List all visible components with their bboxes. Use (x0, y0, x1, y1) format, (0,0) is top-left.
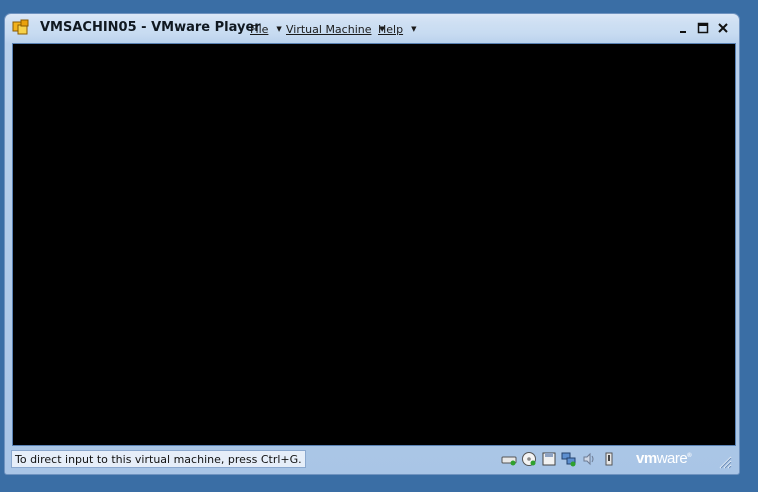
menu-file-label: File (250, 22, 269, 36)
status-hint: To direct input to this virtual machine,… (11, 450, 306, 468)
minimize-icon (680, 31, 686, 33)
status-bar: To direct input to this virtual machine,… (10, 449, 734, 471)
usb-icon[interactable] (600, 450, 618, 468)
menu-help-label: Help (378, 22, 404, 36)
menu-help[interactable]: Help ▼ (378, 21, 416, 37)
maximize-icon (697, 22, 709, 34)
cd-rom-icon[interactable] (520, 450, 538, 468)
vmware-player-window: VMSACHIN05 - VMware Player File ▼ Virtua… (4, 13, 740, 475)
maximize-button[interactable] (695, 20, 711, 36)
vmware-player-icon (12, 19, 29, 35)
menu-file[interactable]: File ▼ (250, 21, 282, 37)
menu-virtual-machine[interactable]: Virtual Machine ▼ (286, 21, 385, 37)
title-bar[interactable]: VMSACHIN05 - VMware Player File ▼ Virtua… (5, 14, 739, 43)
device-icons (500, 449, 618, 469)
vmware-logo: vmware® (636, 450, 692, 467)
chevron-down-icon: ▼ (411, 25, 417, 33)
floppy-icon[interactable] (540, 450, 558, 468)
hard-disk-icon[interactable] (500, 450, 518, 468)
resize-grip-icon[interactable] (716, 453, 732, 469)
close-icon (718, 23, 728, 33)
network-icon[interactable] (560, 450, 578, 468)
menu-virtual-machine-label: Virtual Machine (286, 22, 372, 36)
close-button[interactable] (715, 20, 731, 36)
window-title: VMSACHIN05 - VMware Player (40, 20, 261, 35)
chevron-down-icon: ▼ (276, 25, 282, 33)
minimize-button[interactable] (675, 20, 691, 36)
sound-icon[interactable] (580, 450, 598, 468)
vm-display[interactable] (12, 43, 736, 446)
